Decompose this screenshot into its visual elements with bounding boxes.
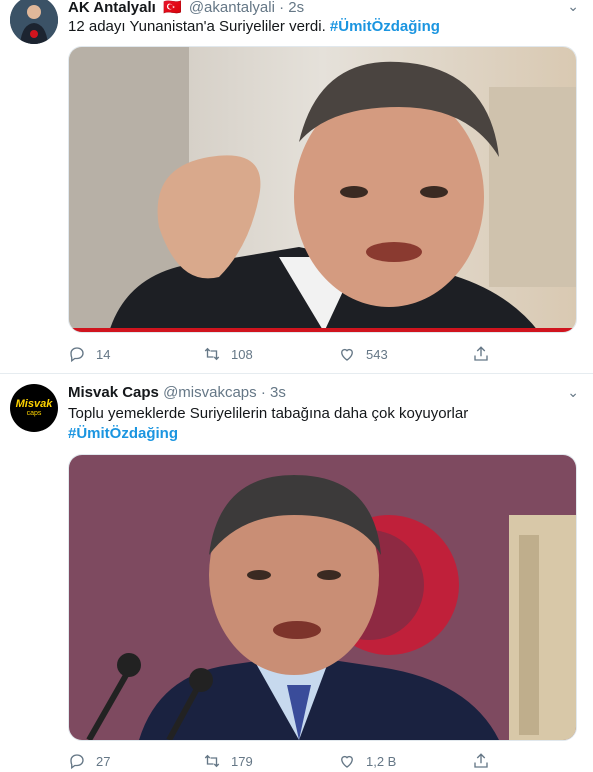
hashtag-link[interactable]: #ÜmitÖzdağing bbox=[330, 18, 440, 35]
retweet-count: 179 bbox=[231, 753, 253, 769]
share-icon bbox=[474, 346, 488, 361]
retweet-icon bbox=[204, 347, 220, 361]
tweet-1[interactable]: AK Antalyalı 🇹🇷 @akantalyali · 2s ⌄ 12 a… bbox=[0, 0, 593, 373]
share-icon bbox=[474, 753, 488, 768]
heart-icon bbox=[341, 755, 353, 768]
tweet-image[interactable] bbox=[68, 454, 577, 741]
like-button[interactable]: 1,2 B bbox=[338, 752, 396, 770]
like-count: 1,2 B bbox=[366, 753, 397, 769]
display-name[interactable]: AK Antalyalı bbox=[68, 0, 156, 16]
reply-count: 14 bbox=[96, 346, 111, 362]
reply-icon bbox=[70, 754, 84, 770]
retweet-button[interactable]: 108 bbox=[203, 345, 253, 363]
avatar[interactable]: Misvak caps bbox=[10, 384, 58, 432]
chevron-down-icon[interactable]: ⌄ bbox=[567, 0, 579, 15]
avatar-logo-subtext: caps bbox=[26, 409, 42, 417]
timestamp[interactable]: 2s bbox=[288, 0, 304, 16]
separator-dot: · bbox=[279, 0, 285, 16]
retweet-icon bbox=[204, 754, 220, 768]
avatar[interactable] bbox=[10, 0, 58, 44]
like-count: 543 bbox=[366, 346, 388, 362]
chevron-down-icon[interactable]: ⌄ bbox=[567, 384, 579, 401]
timestamp[interactable]: 3s bbox=[270, 384, 286, 401]
handle[interactable]: @misvakcaps bbox=[163, 384, 257, 401]
reply-icon bbox=[70, 347, 84, 363]
reply-button[interactable]: 27 bbox=[68, 752, 110, 770]
like-button[interactable]: 543 bbox=[338, 345, 388, 363]
tweet-2[interactable]: Misvak caps Misvak Caps @misvakcaps · 3s… bbox=[0, 374, 593, 770]
tweet-body: 12 adayı Yunanistan'a Suriyeliler verdi. bbox=[68, 18, 326, 35]
tweet-text: Toplu yemeklerde Suriyelilerin tabağına … bbox=[68, 404, 578, 444]
share-button[interactable] bbox=[472, 345, 490, 363]
tweet-body: Toplu yemeklerde Suriyelilerin tabağına … bbox=[68, 405, 469, 422]
avatar-logo-text: Misvak bbox=[15, 397, 53, 410]
hashtag-link[interactable]: #ÜmitÖzdağing bbox=[68, 424, 578, 444]
tweet-image[interactable] bbox=[68, 46, 577, 333]
retweet-button[interactable]: 179 bbox=[203, 752, 253, 770]
retweet-count: 108 bbox=[231, 346, 253, 362]
flag-icon: 🇹🇷 bbox=[162, 0, 182, 16]
handle[interactable]: @akantalyali bbox=[189, 0, 275, 16]
reply-count: 27 bbox=[96, 753, 111, 769]
tweet-text: 12 adayı Yunanistan'a Suriyeliler verdi.… bbox=[68, 17, 578, 37]
share-button[interactable] bbox=[472, 752, 490, 770]
separator-dot: · bbox=[260, 384, 266, 401]
heart-icon bbox=[341, 348, 353, 361]
reply-button[interactable]: 14 bbox=[68, 345, 110, 363]
display-name[interactable]: Misvak Caps bbox=[68, 384, 159, 401]
